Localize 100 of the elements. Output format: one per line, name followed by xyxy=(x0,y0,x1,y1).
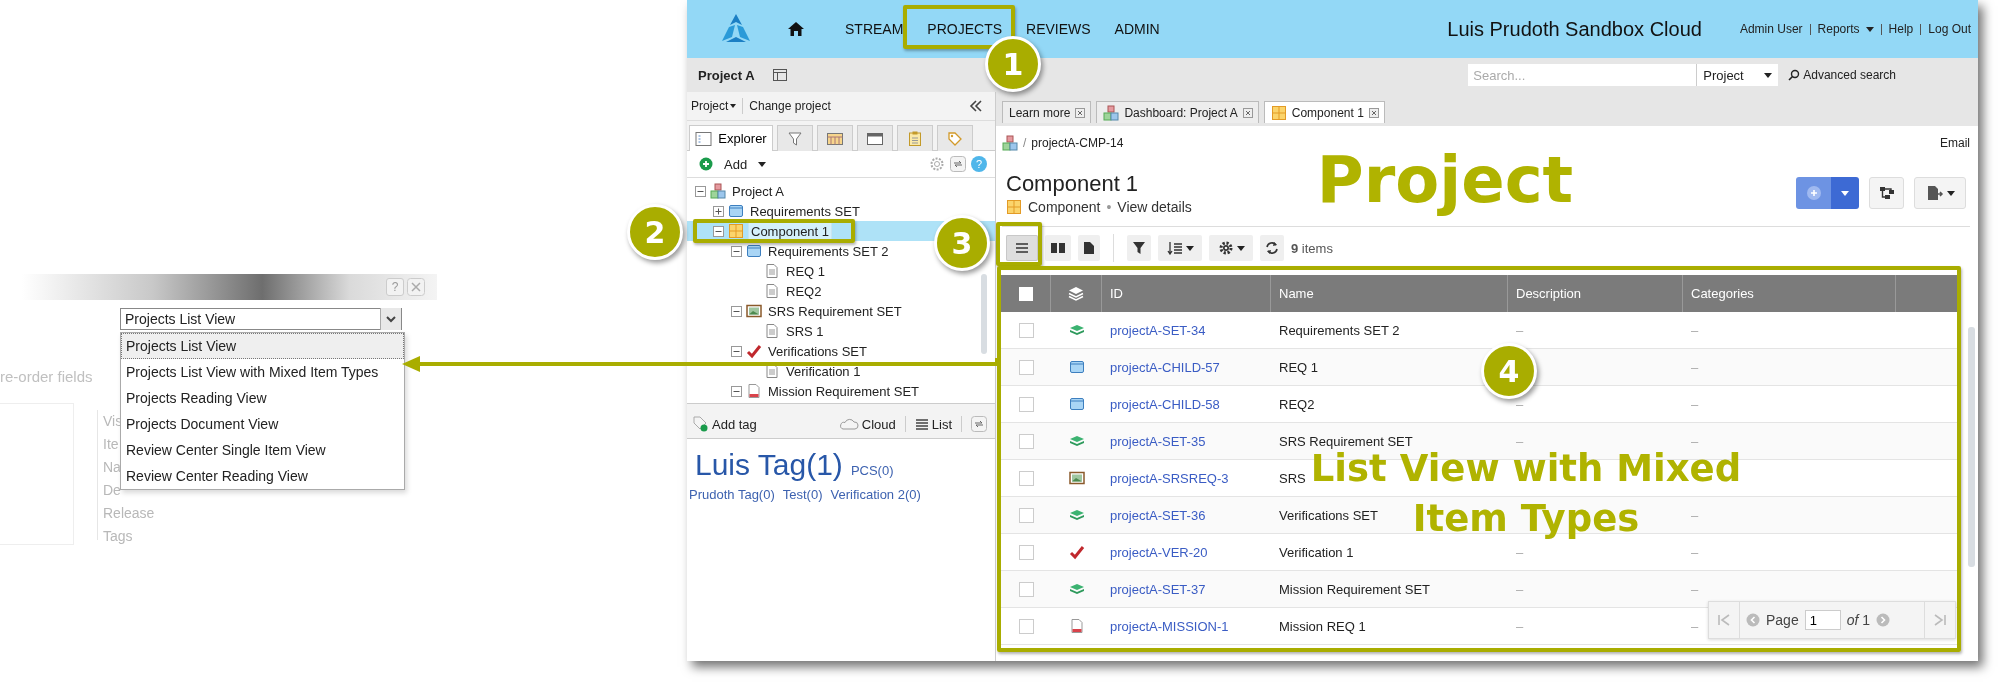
tree-item[interactable]: SRS Requirement SET xyxy=(687,301,908,321)
add-tag-link[interactable]: Add tag xyxy=(712,416,757,432)
tree-item[interactable]: SRS 1 xyxy=(687,321,830,341)
dropdown-option[interactable]: Projects Document View xyxy=(121,411,404,437)
list-view-button[interactable] xyxy=(1006,235,1038,261)
tree-item[interactable]: REQ2 xyxy=(687,281,828,301)
collapse-icon[interactable] xyxy=(731,385,742,397)
tree-item[interactable]: Project A xyxy=(687,181,791,201)
item-id-link[interactable]: projectA-SET-35 xyxy=(1110,433,1206,449)
tree-item[interactable]: Verifications SET xyxy=(687,341,873,361)
row-checkbox[interactable] xyxy=(1018,507,1034,523)
collapse-icon[interactable] xyxy=(695,185,706,197)
close-icon[interactable] xyxy=(1242,107,1253,118)
add-menu[interactable]: Add xyxy=(724,156,748,172)
dropdown-option[interactable]: Review Center Single Item View xyxy=(121,437,404,463)
tag-link[interactable]: Prudoth Tag(0) xyxy=(689,485,775,505)
view-details-link[interactable]: View details xyxy=(1117,199,1192,215)
grid-tab[interactable] xyxy=(817,125,853,151)
row-checkbox[interactable] xyxy=(1018,433,1034,449)
nav-link[interactable]: STREAM xyxy=(845,21,904,37)
advanced-search-link[interactable]: Advanced search xyxy=(1803,68,1896,82)
scope-select[interactable]: Project xyxy=(1696,64,1779,86)
breadcrumb-link[interactable]: projectA-CMP-14 xyxy=(1031,136,1124,150)
refresh-icon[interactable] xyxy=(971,416,987,432)
refresh-icon[interactable] xyxy=(950,156,966,172)
scrollbar[interactable] xyxy=(1968,327,1975,567)
list-icon[interactable] xyxy=(914,418,929,430)
tag-link[interactable]: Verification 2(0) xyxy=(830,485,921,505)
dropdown-button[interactable] xyxy=(1831,177,1859,209)
view-select[interactable]: Projects List View xyxy=(120,308,402,330)
item-id-link[interactable]: projectA-SET-37 xyxy=(1110,581,1206,597)
item-id-link[interactable]: projectA-MISSION-1 xyxy=(1110,618,1229,634)
header-link[interactable]: Help xyxy=(1888,22,1914,36)
nav-link[interactable]: ADMIN xyxy=(1114,21,1160,37)
document-view-button[interactable] xyxy=(1078,235,1100,261)
item-id-link[interactable]: projectA-SET-34 xyxy=(1110,322,1206,338)
nav-link[interactable]: PROJECTS xyxy=(927,21,1003,37)
tree-item[interactable]: REQ 1 xyxy=(687,261,831,281)
export-button[interactable] xyxy=(1914,177,1966,209)
item-id-link[interactable]: projectA-CHILD-58 xyxy=(1110,396,1220,412)
header-link[interactable]: Reports xyxy=(1817,22,1874,36)
filter-tab[interactable] xyxy=(777,125,813,151)
search-icon[interactable] xyxy=(1788,69,1801,81)
layout-icon[interactable] xyxy=(772,69,787,81)
tree-item[interactable]: Verification 1 xyxy=(687,361,867,381)
collapse-icon[interactable] xyxy=(731,345,742,357)
home-icon[interactable] xyxy=(787,21,805,37)
item-id-link[interactable]: projectA-SET-36 xyxy=(1110,507,1206,523)
tree-item[interactable]: Mission Requirement SET xyxy=(687,381,925,401)
tree-item[interactable]: Requirements SET 2 xyxy=(687,241,895,261)
close-icon[interactable] xyxy=(1075,107,1086,118)
row-checkbox[interactable] xyxy=(1018,396,1034,412)
clipboard-tab[interactable] xyxy=(897,125,933,151)
tag-link[interactable]: PCS(0) xyxy=(850,461,894,481)
cloud-view-link[interactable]: Cloud xyxy=(861,416,896,432)
close-icon[interactable] xyxy=(1368,107,1379,118)
collapse-icon[interactable] xyxy=(713,225,724,237)
tag-tab[interactable] xyxy=(937,125,973,151)
scrollbar[interactable] xyxy=(981,274,987,354)
dropdown-option[interactable]: Projects Reading View xyxy=(121,385,404,411)
row-checkbox[interactable] xyxy=(1018,618,1034,634)
select-all-checkbox[interactable] xyxy=(1018,286,1033,301)
row-checkbox[interactable] xyxy=(1018,322,1034,338)
tag-link[interactable]: Test(0) xyxy=(782,485,823,505)
collapse-icon[interactable] xyxy=(731,245,742,257)
hierarchy-button[interactable] xyxy=(1869,177,1904,209)
tag-icon[interactable] xyxy=(693,416,709,432)
nav-link[interactable]: REVIEWS xyxy=(1026,21,1091,37)
item-id-link[interactable]: projectA-VER-20 xyxy=(1110,544,1208,560)
plus-icon[interactable] xyxy=(699,157,713,171)
explorer-tab[interactable]: Explorer xyxy=(689,125,773,151)
chevron-down-icon[interactable] xyxy=(380,308,401,330)
window-tab[interactable] xyxy=(857,125,893,151)
collapse-panel-icon[interactable] xyxy=(969,100,983,112)
document-tab[interactable]: Learn more xyxy=(1002,101,1092,123)
row-checkbox[interactable] xyxy=(1018,581,1034,597)
item-id-link[interactable]: projectA-SRSREQ-3 xyxy=(1110,470,1229,486)
sort-button[interactable] xyxy=(1158,235,1202,261)
header-link[interactable]: Log Out xyxy=(1928,22,1971,36)
search-field[interactable]: Search... xyxy=(1468,64,1697,86)
settings-button[interactable] xyxy=(1209,235,1253,261)
tree-item[interactable]: Requirements SET xyxy=(687,201,866,221)
row-checkbox[interactable] xyxy=(1018,359,1034,375)
expand-icon[interactable] xyxy=(713,205,724,217)
row-checkbox[interactable] xyxy=(1018,544,1034,560)
document-tab[interactable]: Dashboard: Project A xyxy=(1096,101,1259,123)
list-view-link[interactable]: List xyxy=(931,416,952,432)
document-tab[interactable]: Component 1 xyxy=(1263,101,1385,123)
tag-link[interactable]: Luis Tag(1) xyxy=(695,445,843,485)
change-project-link[interactable]: Change project xyxy=(749,99,831,113)
filter-button[interactable] xyxy=(1127,235,1151,261)
dropdown-option[interactable]: Review Center Reading View xyxy=(121,463,404,489)
dropdown-option[interactable]: Projects List View with Mixed Item Types xyxy=(121,359,404,385)
header-link[interactable]: Admin User xyxy=(1739,22,1803,36)
cloud-icon[interactable] xyxy=(838,418,859,430)
logo-icon[interactable] xyxy=(720,13,752,45)
row-checkbox[interactable] xyxy=(1018,470,1034,486)
collapse-icon[interactable] xyxy=(731,305,742,317)
page-field[interactable]: 1 xyxy=(1804,610,1841,630)
dropdown-option[interactable]: Projects List View xyxy=(121,333,404,359)
